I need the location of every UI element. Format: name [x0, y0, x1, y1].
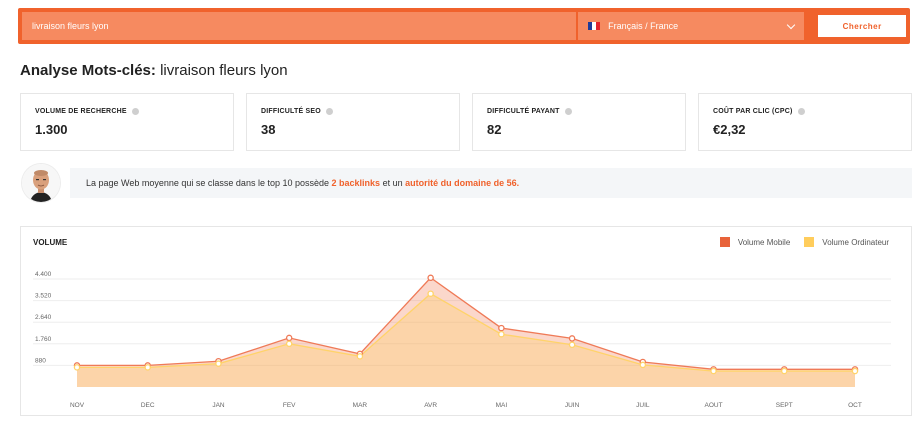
chart-title: VOLUME — [33, 238, 68, 247]
y-tick-label: 1.760 — [35, 336, 52, 343]
legend-swatch-mobile — [719, 237, 730, 247]
insight-text-part1: La page Web moyenne qui se classe dans l… — [86, 178, 329, 188]
data-point — [285, 340, 293, 348]
metric-value: 82 — [487, 122, 502, 137]
data-point — [710, 367, 717, 375]
data-point — [215, 360, 222, 367]
x-tick-label: MAI — [496, 402, 508, 409]
data-point — [498, 324, 505, 332]
search-bar: Français / France Chercher — [18, 8, 910, 44]
metric-card-seo-difficulty: DIFFICULTÉ SEO 38 — [246, 93, 460, 151]
insight-banner: La page Web moyenne qui se classe dans l… — [70, 168, 912, 198]
x-tick-label: SEPT — [776, 402, 793, 409]
metric-value: 1.300 — [35, 122, 68, 137]
data-point — [639, 361, 647, 369]
info-icon[interactable] — [131, 108, 139, 115]
data-point — [427, 290, 434, 297]
metric-value: €2,32 — [713, 122, 746, 137]
language-select-label: Français / France — [608, 21, 679, 31]
metric-label: VOLUME DE RECHERCHE — [35, 108, 127, 115]
data-point — [285, 334, 293, 342]
x-tick-label: DEC — [141, 402, 155, 409]
metric-card-search-volume: VOLUME DE RECHERCHE 1.300 — [20, 93, 234, 151]
legend-label-desktop: Volume Ordinateur — [822, 237, 889, 247]
data-point — [144, 364, 151, 371]
volume-chart-card: 880 1.760 2.640 3.520 4.400 NOV DEC JAN FEV MAR AV… — [20, 226, 912, 416]
info-icon[interactable] — [325, 108, 333, 115]
page-title: Analyse Mots-clés: livraison fleurs lyon — [20, 62, 288, 79]
data-point — [73, 364, 81, 371]
data-point — [427, 274, 434, 282]
x-tick-label: JAN — [212, 402, 225, 409]
chevron-down-icon — [787, 20, 796, 30]
y-tick-label: 4.400 — [35, 271, 52, 278]
backlinks-highlight: 2 backlinks — [331, 178, 381, 188]
avatar-image — [22, 164, 60, 202]
legend-item-mobile[interactable]: Volume Mobile — [719, 237, 791, 247]
insight-text-part2: et un — [382, 178, 403, 188]
x-tick-label: MAR — [353, 402, 368, 409]
data-point — [568, 335, 576, 342]
x-tick-label: FEV — [283, 402, 296, 409]
x-tick-label: NOV — [70, 402, 85, 409]
legend-swatch-desktop — [804, 237, 815, 247]
y-tick-label: 880 — [35, 357, 46, 364]
legend-label-mobile: Volume Mobile — [737, 237, 791, 247]
x-tick-label: JUIL — [636, 402, 650, 409]
data-point — [781, 367, 788, 375]
page-title-prefix: Analyse Mots-clés: — [20, 62, 156, 79]
data-point — [851, 367, 859, 375]
y-tick-label: 2.640 — [35, 314, 52, 321]
metric-label: DIFFICULTÉ SEO — [261, 108, 321, 115]
metric-label: COÛT PAR CLIC (CPC) — [713, 108, 793, 115]
data-point — [498, 330, 505, 338]
domain-authority-highlight: autorité du domaine de 56 — [405, 178, 517, 188]
search-button[interactable]: Chercher — [818, 15, 906, 37]
avatar — [22, 164, 60, 202]
insight-text-end: . — [516, 178, 520, 188]
page-title-keyword: livraison fleurs lyon — [160, 62, 288, 79]
chart-legend: Volume Mobile Volume Ordinateur — [706, 237, 889, 247]
metric-card-paid-difficulty: DIFFICULTÉ PAYANT 82 — [472, 93, 686, 151]
x-tick-label: AOUT — [705, 402, 723, 409]
info-icon[interactable] — [797, 108, 805, 115]
metric-value: 38 — [261, 122, 276, 137]
info-icon[interactable] — [564, 108, 572, 115]
y-tick-label: 3.520 — [35, 293, 52, 300]
data-point — [356, 353, 364, 360]
metric-card-cpc: COÛT PAR CLIC (CPC) €2,32 — [698, 93, 912, 151]
volume-chart: 880 1.760 2.640 3.520 4.400 NOV DEC JAN FEV MAR AV… — [33, 271, 891, 409]
france-flag-icon — [588, 22, 601, 30]
language-select[interactable]: Français / France — [578, 12, 805, 40]
data-point — [568, 341, 576, 349]
legend-item-desktop[interactable]: Volume Ordinateur — [804, 237, 889, 247]
x-tick-label: AVR — [424, 402, 437, 409]
search-input[interactable] — [22, 12, 577, 40]
x-tick-label: OCT — [848, 402, 862, 409]
metric-label: DIFFICULTÉ PAYANT — [487, 108, 560, 115]
x-tick-label: JUIN — [565, 402, 580, 409]
insight-text: La page Web moyenne qui se classe dans l… — [86, 178, 519, 188]
